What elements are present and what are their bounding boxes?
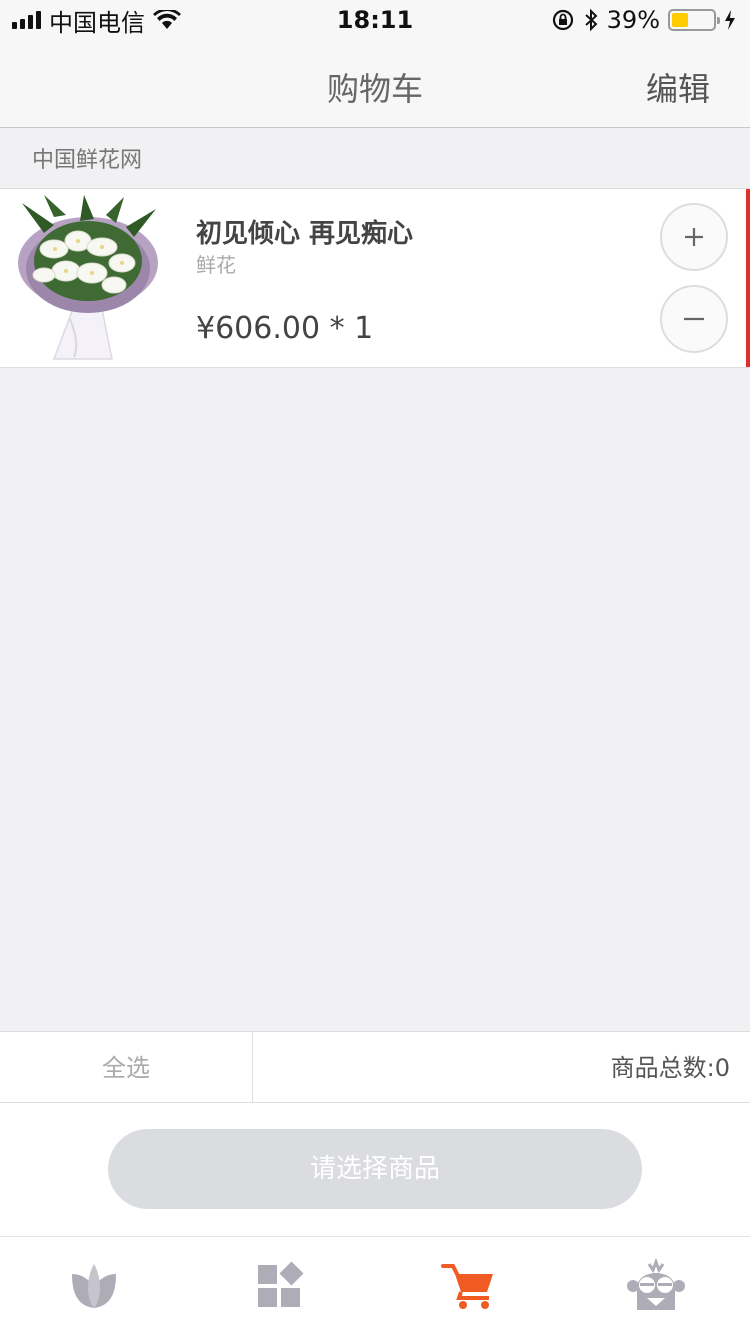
product-image	[18, 195, 158, 360]
increase-quantity-button[interactable]	[660, 203, 728, 271]
edit-button[interactable]: 编辑	[646, 64, 710, 110]
orientation-lock-icon	[552, 9, 573, 31]
tab-profile[interactable]	[563, 1237, 750, 1334]
minus-icon	[684, 317, 704, 321]
battery-percent: 39%	[606, 6, 660, 34]
tab-category[interactable]	[188, 1237, 376, 1334]
shop-name-header: 中国鲜花网	[0, 128, 750, 188]
charging-icon	[725, 10, 735, 30]
checkout-area: 请选择商品	[0, 1103, 750, 1236]
product-price-quantity: ¥606.00 * 1	[196, 311, 374, 346]
wifi-icon	[153, 10, 181, 29]
cart-icon	[440, 1263, 493, 1309]
battery-icon	[668, 9, 720, 31]
status-right: 39%	[551, 6, 736, 34]
select-all-button[interactable]: 全选	[0, 1032, 253, 1102]
plus-icon	[685, 228, 703, 246]
tab-bar	[0, 1236, 750, 1334]
cart-screen: 中国电信 18:11 39% 购物车 编辑 中国鲜花网 初见倾心 再见痴心 鲜花…	[0, 0, 750, 1334]
leaf-icon	[71, 1263, 116, 1308]
carrier-label: 中国电信	[49, 8, 145, 37]
bluetooth-icon	[584, 8, 598, 32]
signal-icon	[12, 11, 41, 29]
tab-cart[interactable]	[375, 1237, 563, 1334]
product-name: 初见倾心 再见痴心	[196, 219, 414, 249]
page-title: 购物车	[326, 70, 423, 108]
status-left: 中国电信	[12, 3, 181, 38]
cart-summary-bar: 全选 商品总数:0	[0, 1031, 750, 1103]
cart-item[interactable]: 初见倾心 再见痴心 鲜花 ¥606.00 * 1	[0, 188, 750, 368]
status-bar: 中国电信 18:11 39%	[0, 0, 750, 40]
profile-monkey-icon	[627, 1257, 686, 1310]
checkout-button[interactable]: 请选择商品	[108, 1129, 642, 1209]
total-count-label: 商品总数:0	[610, 1054, 730, 1082]
battery-level-fill	[672, 13, 688, 27]
navigation-bar: 购物车 编辑	[0, 40, 750, 128]
tab-home[interactable]	[0, 1237, 188, 1334]
decrease-quantity-button[interactable]	[660, 285, 728, 353]
category-icon	[258, 1260, 304, 1307]
product-category: 鲜花	[196, 253, 236, 277]
